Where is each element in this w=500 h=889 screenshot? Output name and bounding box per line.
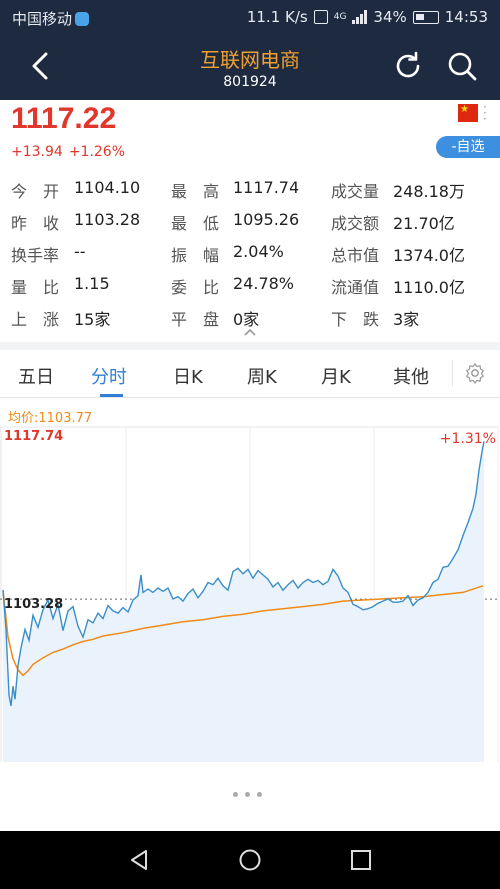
stat-label: 总市值 xyxy=(331,246,380,265)
stat-label: 成交额 xyxy=(331,214,380,233)
stat-value: 2.04% xyxy=(233,242,284,261)
stat-high: 最 高 1117.74 xyxy=(171,178,299,202)
home-circle-icon[interactable] xyxy=(238,848,262,872)
stat-volume-ratio: 量 比 1.15 xyxy=(11,274,110,298)
stat-label: 振 幅 xyxy=(171,246,220,265)
status-right: 11.1 K/s 4G 34% 14:53 xyxy=(247,8,488,26)
battery-percent: 34% xyxy=(373,8,407,26)
system-nav-bar xyxy=(0,831,500,889)
stat-turnover-rate: 换手率 -- xyxy=(11,242,86,266)
stat-label: 委 比 xyxy=(171,278,220,297)
tab-other[interactable]: 其他 xyxy=(393,363,429,389)
stat-value: 0家 xyxy=(233,310,260,329)
stat-label: 上 涨 xyxy=(11,310,60,329)
stat-market-cap: 总市值 1374.0亿 xyxy=(331,242,465,266)
stat-value: 1103.28 xyxy=(74,210,141,229)
page-title: 互联网电商 xyxy=(200,48,300,72)
title-bar: 互联网电商 801924 xyxy=(0,34,500,100)
page-dot xyxy=(257,792,262,797)
stat-value: 15家 xyxy=(74,310,111,329)
stat-volume: 成交量 248.18万 xyxy=(331,178,465,202)
page-dot xyxy=(245,792,250,797)
page-dot xyxy=(233,792,238,797)
more-icon[interactable]: · · · xyxy=(483,101,489,125)
stat-unchanged: 平 盘 0家 xyxy=(171,306,259,330)
stat-label: 平 盘 xyxy=(171,310,220,329)
tab-monthly-k[interactable]: 月K xyxy=(321,363,351,389)
stat-label: 流通值 xyxy=(331,278,380,297)
chart-max-label: 1117.74 xyxy=(4,429,64,444)
network-type: 4G xyxy=(333,12,347,22)
price-area xyxy=(3,441,484,762)
page-indicator xyxy=(233,792,262,797)
carrier: 中国移动 xyxy=(12,8,90,29)
battery-icon xyxy=(412,10,439,24)
stat-value: 21.70亿 xyxy=(393,214,455,233)
stat-label: 量 比 xyxy=(11,278,60,297)
stat-value: 1104.10 xyxy=(74,178,141,197)
tab-intraday[interactable]: 分时 xyxy=(91,363,127,389)
current-price: 1117.22 xyxy=(11,102,117,135)
signal-icon xyxy=(352,10,368,24)
clock: 14:53 xyxy=(444,8,488,26)
status-bar: 中国移动 11.1 K/s 4G 34% 14:53 xyxy=(0,0,500,34)
stat-label: 今 开 xyxy=(11,182,60,201)
intraday-chart[interactable] xyxy=(0,425,500,762)
stat-value: 1110.0亿 xyxy=(393,278,465,297)
stat-value: 1.15 xyxy=(74,274,110,293)
stat-amplitude: 振 幅 2.04% xyxy=(171,242,284,266)
price-change: +13.94 +1.26% xyxy=(11,144,125,160)
stat-label: 昨 收 xyxy=(11,214,60,233)
stat-float-cap: 流通值 1110.0亿 xyxy=(331,274,465,298)
china-flag-icon xyxy=(458,104,478,122)
change-percent: +1.26% xyxy=(68,144,126,160)
stat-value: 3家 xyxy=(393,310,420,329)
chart-base-label: 1103.28 xyxy=(4,597,64,612)
active-tab-indicator xyxy=(100,394,123,397)
stat-declining: 下 跌 3家 xyxy=(331,306,419,330)
avg-price-label: 均价:1103.77 xyxy=(8,411,93,426)
back-triangle-icon[interactable] xyxy=(127,848,151,872)
stat-open: 今 开 1104.10 xyxy=(11,178,140,202)
carrier-name: 中国移动 xyxy=(12,10,73,28)
tab-daily-k[interactable]: 日K xyxy=(173,363,203,389)
vibrate-icon xyxy=(313,10,328,24)
chart-tabs: 五日 分时 日K 周K 月K 其他 xyxy=(0,350,500,398)
shield-icon xyxy=(75,12,90,26)
stat-advancing: 上 涨 15家 xyxy=(11,306,110,330)
stat-label: 换手率 xyxy=(11,246,60,265)
stat-value: 248.18万 xyxy=(393,182,465,201)
recents-square-icon[interactable] xyxy=(349,848,373,872)
section-divider xyxy=(0,342,500,350)
tab-five-day[interactable]: 五日 xyxy=(18,363,54,389)
chevron-up-icon[interactable] xyxy=(244,328,256,336)
stat-value: 24.78% xyxy=(233,274,295,293)
net-speed: 11.1 K/s xyxy=(246,8,308,26)
index-code: 801924 xyxy=(223,74,277,90)
gear-icon[interactable] xyxy=(464,362,486,384)
stat-value: 1095.26 xyxy=(233,210,300,229)
search-icon[interactable] xyxy=(446,50,478,82)
stat-value: 1374.0亿 xyxy=(393,246,465,265)
chart-pct-label: +1.31% xyxy=(439,431,496,447)
tab-weekly-k[interactable]: 周K xyxy=(247,363,277,389)
stat-value: 1117.74 xyxy=(233,178,300,197)
stat-turnover: 成交额 21.70亿 xyxy=(331,210,455,234)
stat-label: 最 高 xyxy=(171,182,220,201)
change-value: +13.94 xyxy=(11,144,63,160)
stat-value: -- xyxy=(74,242,86,261)
stat-label: 最 低 xyxy=(171,214,220,233)
stat-label: 成交量 xyxy=(331,182,380,201)
stat-label: 下 跌 xyxy=(331,310,380,329)
tab-separator xyxy=(452,360,453,386)
favorite-button[interactable]: -自选 xyxy=(436,136,500,158)
stat-low: 最 低 1095.26 xyxy=(171,210,299,234)
stat-commission-ratio: 委 比 24.78% xyxy=(171,274,294,298)
stat-prev-close: 昨 收 1103.28 xyxy=(11,210,140,234)
refresh-icon[interactable] xyxy=(392,50,424,82)
